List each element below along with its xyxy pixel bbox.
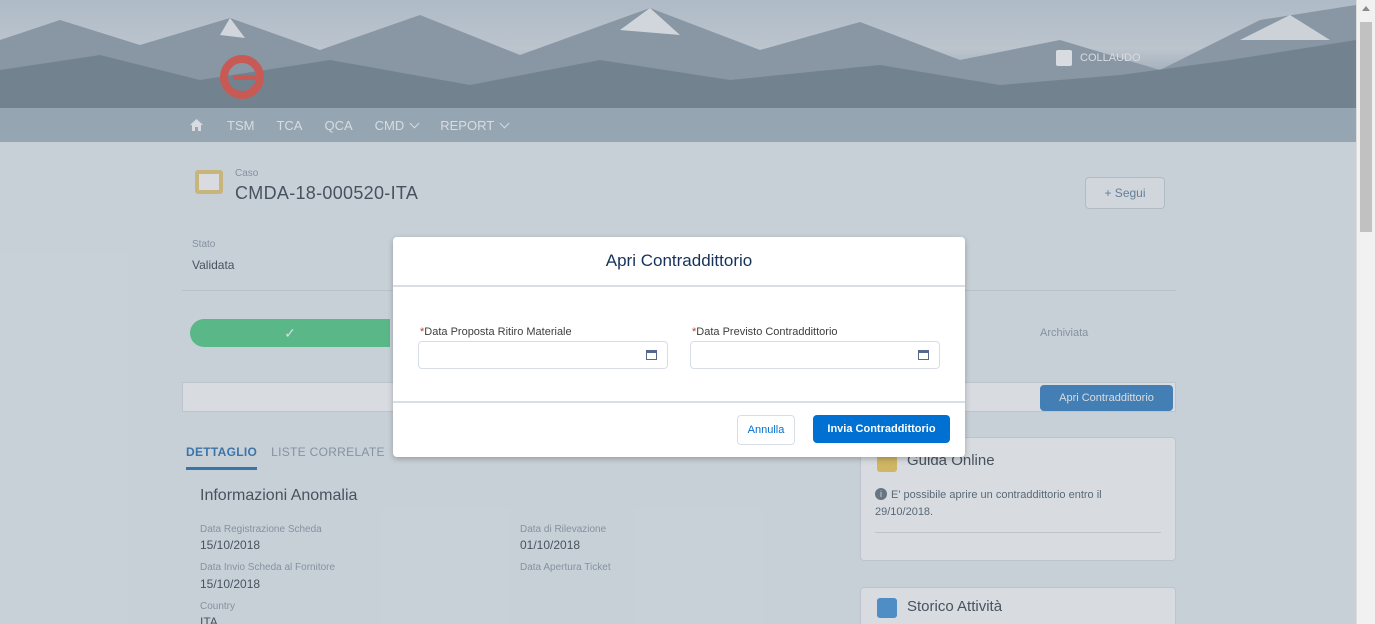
scrollbar-thumb[interactable] — [1360, 22, 1372, 232]
open-dispute-modal: Apri Contraddittorio *Data Proposta Riti… — [393, 237, 965, 457]
retiro-date-input[interactable] — [418, 341, 668, 369]
calendar-icon[interactable] — [918, 350, 929, 360]
modal-footer: Annulla Invia Contraddittorio — [393, 401, 965, 457]
contraddittorio-date-input[interactable] — [690, 341, 940, 369]
field2-label-text: Data Previsto Contraddittorio — [696, 326, 838, 338]
field1-label: *Data Proposta Ritiro Materiale — [420, 326, 572, 338]
modal-title: Apri Contraddittorio — [393, 237, 965, 287]
scroll-up-arrow-icon[interactable] — [1362, 6, 1370, 11]
page: COLLAUDO TSM TCA QCA CMD REPORT Caso CMD… — [0, 0, 1356, 624]
page-scrollbar[interactable] — [1356, 0, 1375, 624]
calendar-icon[interactable] — [646, 350, 657, 360]
field1-label-text: Data Proposta Ritiro Materiale — [424, 326, 572, 338]
field2-label: *Data Previsto Contraddittorio — [692, 326, 838, 338]
submit-dispute-button[interactable]: Invia Contraddittorio — [813, 415, 950, 443]
cancel-button[interactable]: Annulla — [737, 415, 795, 445]
